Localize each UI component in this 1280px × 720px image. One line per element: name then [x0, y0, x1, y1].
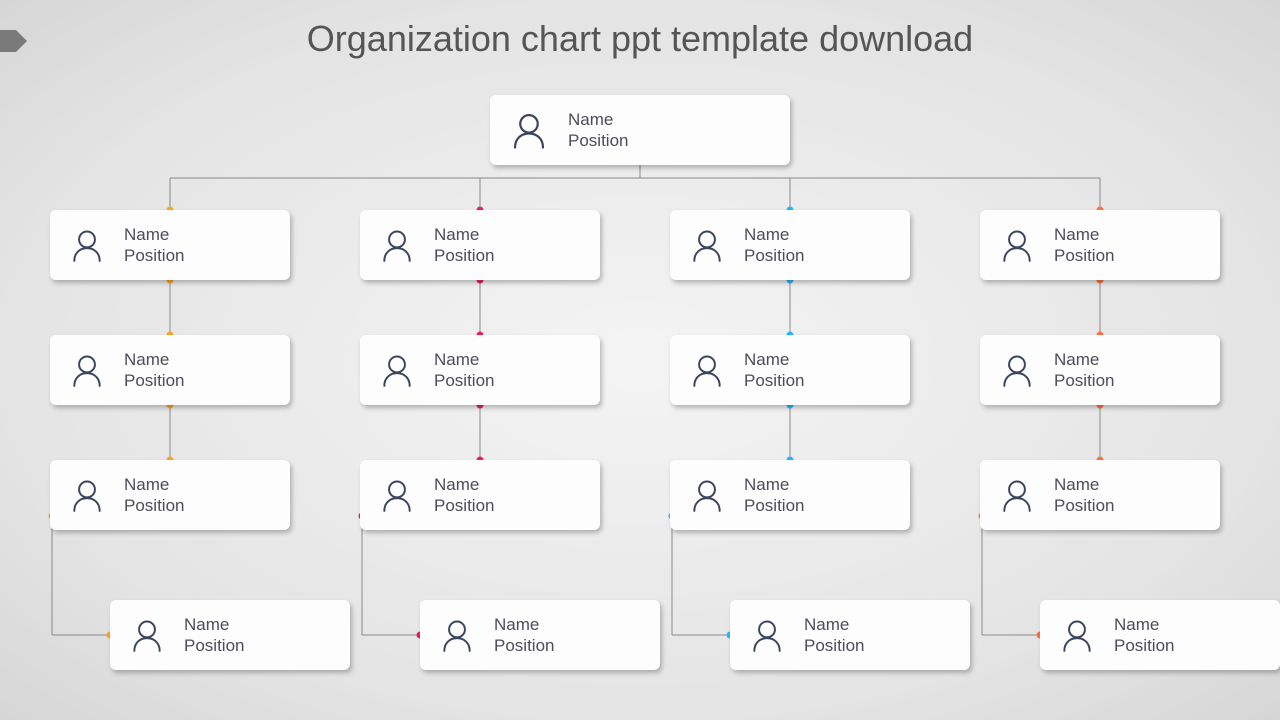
node-name: Name	[1054, 474, 1114, 495]
person-icon	[1058, 616, 1114, 654]
node-position: Position	[804, 635, 864, 656]
person-icon	[378, 226, 434, 264]
org-node-c2-r3: Name Position	[730, 600, 970, 670]
person-icon	[378, 351, 434, 389]
person-icon	[998, 226, 1054, 264]
node-position: Position	[434, 370, 494, 391]
node-position: Position	[1054, 495, 1114, 516]
person-icon	[438, 616, 494, 654]
node-position: Position	[744, 370, 804, 391]
person-icon	[378, 476, 434, 514]
node-name: Name	[568, 109, 628, 130]
org-chart-stage: Organization chart ppt template download…	[0, 0, 1280, 720]
org-node-c2-r2: Name Position	[670, 460, 910, 530]
node-name: Name	[1054, 349, 1114, 370]
person-icon	[688, 476, 744, 514]
node-name: Name	[434, 474, 494, 495]
org-node-c0-r0: Name Position	[50, 210, 290, 280]
node-name: Name	[434, 224, 494, 245]
org-node-c1-r1: Name Position	[360, 335, 600, 405]
person-icon	[68, 226, 124, 264]
node-position: Position	[184, 635, 244, 656]
person-icon	[508, 109, 568, 151]
org-node-c0-r1: Name Position	[50, 335, 290, 405]
node-name: Name	[1054, 224, 1114, 245]
node-name: Name	[124, 349, 184, 370]
org-node-c1-r0: Name Position	[360, 210, 600, 280]
person-icon	[68, 351, 124, 389]
node-name: Name	[434, 349, 494, 370]
node-position: Position	[1054, 370, 1114, 391]
org-node-c1-r3: Name Position	[420, 600, 660, 670]
node-name: Name	[124, 474, 184, 495]
node-name: Name	[184, 614, 244, 635]
node-position: Position	[744, 245, 804, 266]
org-node-c3-r1: Name Position	[980, 335, 1220, 405]
node-position: Position	[1054, 245, 1114, 266]
node-name: Name	[744, 224, 804, 245]
node-name: Name	[744, 349, 804, 370]
person-icon	[128, 616, 184, 654]
node-name: Name	[744, 474, 804, 495]
person-icon	[998, 476, 1054, 514]
person-icon	[998, 351, 1054, 389]
node-position: Position	[1114, 635, 1174, 656]
org-node-c2-r1: Name Position	[670, 335, 910, 405]
node-position: Position	[124, 495, 184, 516]
node-position: Position	[494, 635, 554, 656]
org-node-c3-r3: Name Position	[1040, 600, 1280, 670]
node-name: Name	[494, 614, 554, 635]
node-position: Position	[434, 495, 494, 516]
person-icon	[68, 476, 124, 514]
slide-title: Organization chart ppt template download	[0, 18, 1280, 60]
node-position: Position	[744, 495, 804, 516]
node-name: Name	[804, 614, 864, 635]
org-node-c3-r2: Name Position	[980, 460, 1220, 530]
person-icon	[688, 351, 744, 389]
node-position: Position	[568, 130, 628, 151]
org-node-c0-r3: Name Position	[110, 600, 350, 670]
person-icon	[748, 616, 804, 654]
person-icon	[688, 226, 744, 264]
node-name: Name	[124, 224, 184, 245]
node-position: Position	[124, 370, 184, 391]
org-node-c2-r0: Name Position	[670, 210, 910, 280]
org-node-c1-r2: Name Position	[360, 460, 600, 530]
node-position: Position	[434, 245, 494, 266]
node-name: Name	[1114, 614, 1174, 635]
org-node-c3-r0: Name Position	[980, 210, 1220, 280]
org-node-top: Name Position	[490, 95, 790, 165]
node-position: Position	[124, 245, 184, 266]
org-node-c0-r2: Name Position	[50, 460, 290, 530]
